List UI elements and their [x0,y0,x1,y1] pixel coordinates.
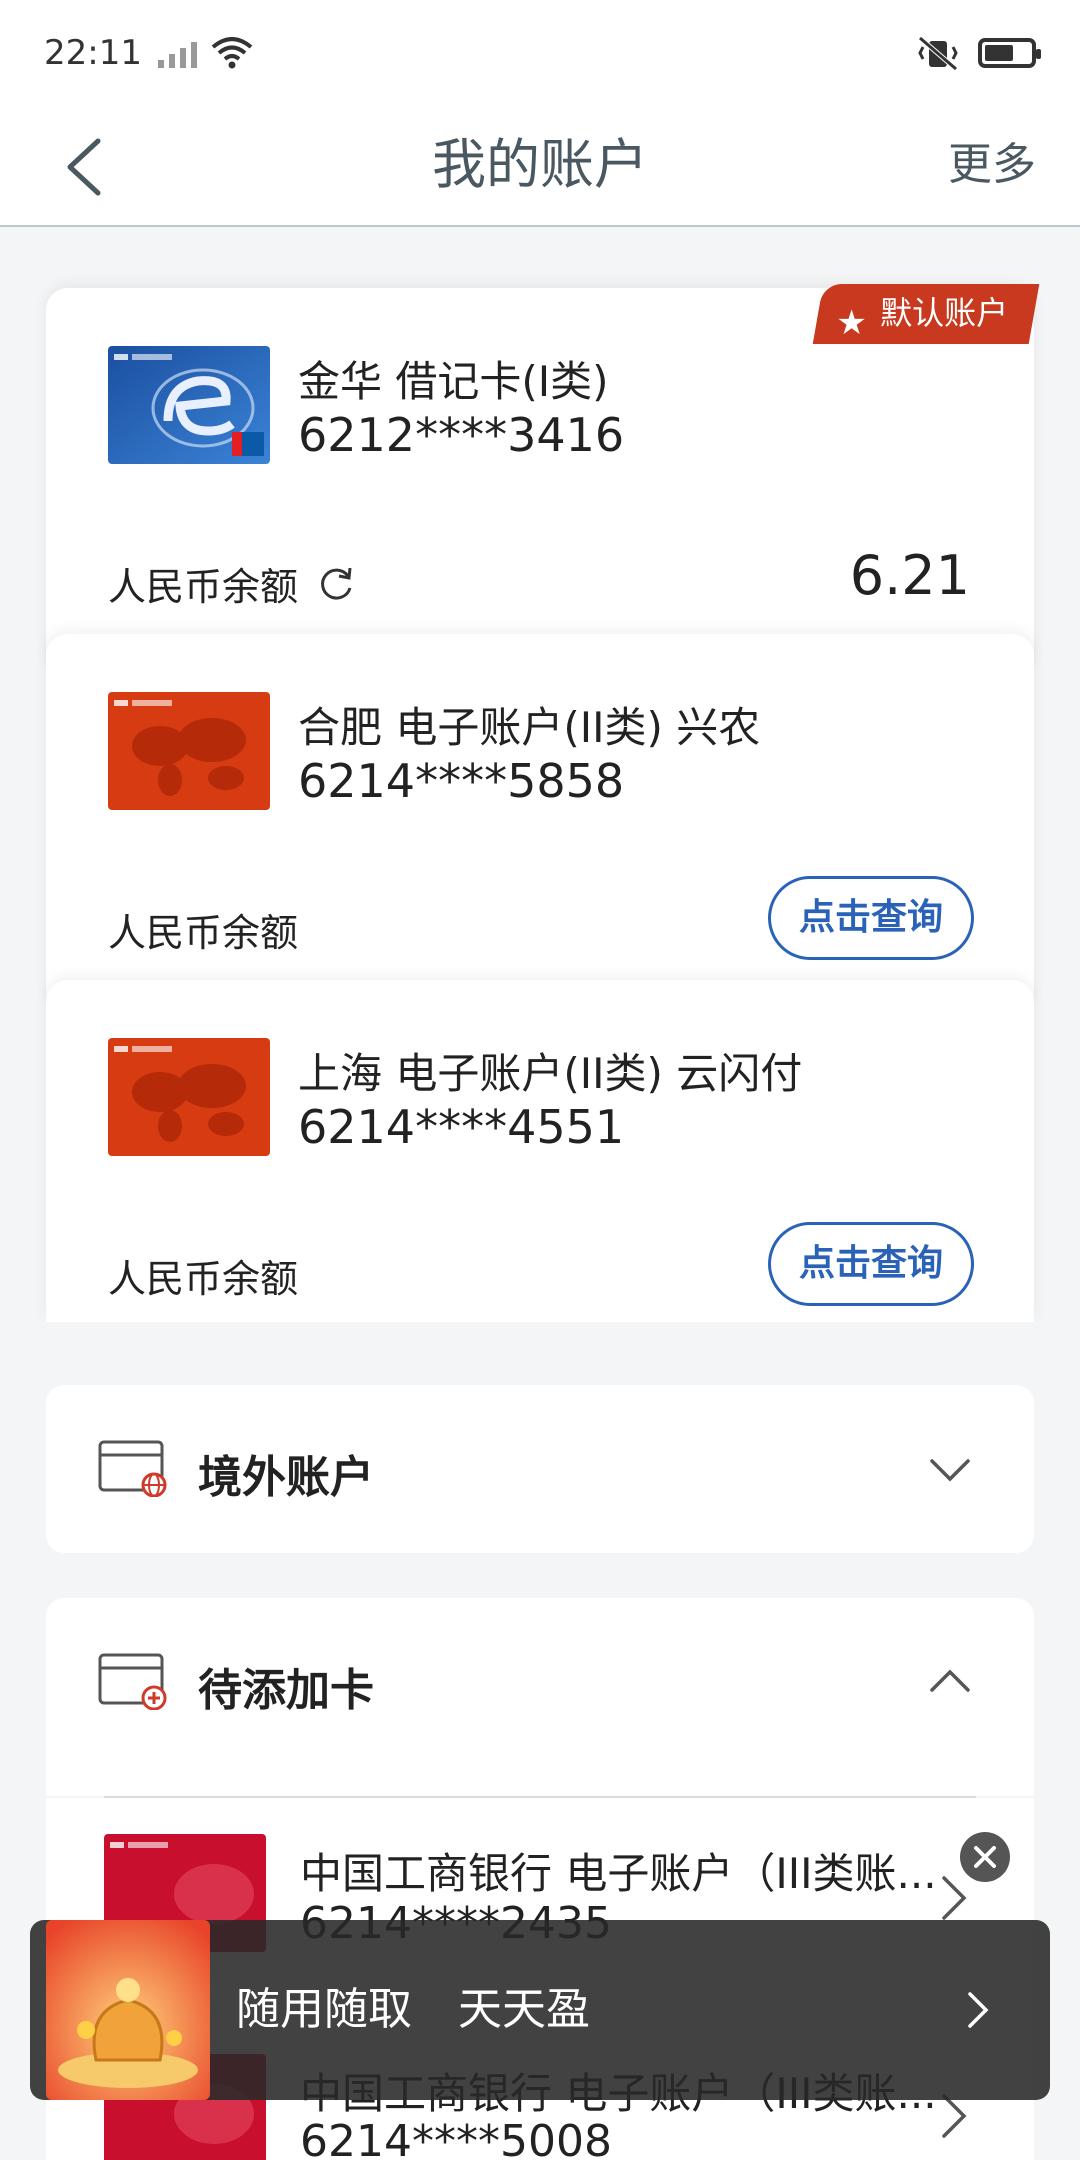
e-account-card-image [108,692,270,810]
close-banner-button[interactable] [960,1832,1010,1882]
account-card-shanghai[interactable]: 上海 电子账户(II类) 云闪付 6214****4551 人民币余额 点击查询 [46,980,1034,1322]
nav-bar: 我的账户 更多 [0,105,1080,227]
balance-value: 6.21 [849,544,970,607]
promo-image [46,1920,210,2100]
chevron-up-icon[interactable] [926,1658,974,1706]
pending-cards-section[interactable]: 待添加卡 [46,1598,1034,1766]
balance-row: 人民币余额 [108,556,356,611]
status-bar: 22:11 [0,0,1080,105]
promo-text: 随用随取 天天盈 [236,1984,590,2035]
account-number: 6214****4551 [298,1100,625,1154]
more-button[interactable]: 更多 [948,105,1036,225]
account-number: 6212****3416 [298,408,625,462]
battery-icon [978,37,1041,68]
chevron-right-icon[interactable] [962,1984,994,2036]
signal-icon [157,38,197,68]
overseas-accounts-section[interactable]: 境外账户 [46,1385,1034,1553]
query-balance-button[interactable]: 点击查询 [768,1222,974,1306]
account-card-default[interactable]: ★ 默认账户 金华 借记卡(I类) 6212****3416 人民币余额 6.2… [46,284,1040,678]
chevron-down-icon[interactable] [926,1445,974,1493]
close-icon [974,1846,996,1868]
balance-label: 人民币余额 [108,911,299,955]
account-name: 上海 电子账户(II类) 云闪付 [298,1049,803,1098]
star-icon: ★ [836,303,867,343]
balance-label: 人民币余额 [108,1257,299,1301]
account-name: 合肥 电子账户(II类) 兴农 [298,703,761,752]
promo-banner[interactable]: 随用随取 天天盈 [30,1920,1050,2100]
card-add-icon [98,1653,167,1710]
section-spacer [46,1766,1034,1796]
e-account-card-image [108,1038,270,1156]
account-card-hefei[interactable]: 合肥 电子账户(II类) 兴农 6214****5858 人民币余额 点击查询 [46,634,1034,1014]
section-title: 境外账户 [198,1452,374,1503]
refresh-icon[interactable] [316,564,356,604]
default-account-badge: ★ 默认账户 [812,284,1040,344]
wifi-icon [211,36,253,68]
account-name: 金华 借记卡(I类) [298,357,609,406]
section-title: 待添加卡 [198,1665,374,1716]
status-time: 22:11 [44,32,142,73]
pending-card-name: 中国工商银行 电子账户（III类账... [300,1849,937,1898]
debit-card-image [108,346,270,464]
pending-card-number: 6214****5008 [300,2116,612,2160]
account-number: 6214****5858 [298,754,625,808]
vibrate-icon [918,35,958,71]
query-balance-button[interactable]: 点击查询 [768,876,974,960]
card-globe-icon [98,1440,167,1497]
page-title: 我的账户 [432,133,648,196]
